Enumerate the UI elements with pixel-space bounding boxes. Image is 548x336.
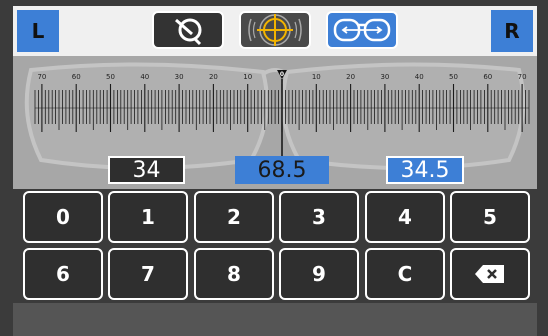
ruler-label-left: 40 <box>140 73 149 81</box>
glasses-pd-icon <box>333 18 391 42</box>
key-1[interactable]: 1 <box>108 191 188 243</box>
left-eye-button[interactable]: L <box>17 10 59 52</box>
ruler-label-right: 40 <box>415 73 424 81</box>
ruler-label-left: 20 <box>209 73 218 81</box>
key-0[interactable]: 0 <box>23 191 103 243</box>
right-eye-button[interactable]: R <box>491 10 533 52</box>
backspace-icon <box>475 265 504 283</box>
ruler-label-right: 10 <box>312 73 321 81</box>
top-toolbar: L R <box>13 6 537 56</box>
key-5[interactable]: 5 <box>450 191 530 243</box>
ruler-label-left: 60 <box>72 73 81 81</box>
ruler-label-left: 70 <box>37 73 46 81</box>
bottom-bar <box>13 303 537 336</box>
pd-measurement-screen: L R 70 60 50 40 30 20 10 10 20 30 40 50 … <box>0 0 548 336</box>
key-8[interactable]: 8 <box>194 248 274 300</box>
lens-tool-icon <box>175 18 202 46</box>
ruler-label-center: 0 <box>280 71 284 78</box>
ruler-label-right: 30 <box>380 73 389 81</box>
pd-ruler-panel: 70 60 50 40 30 20 10 10 20 30 40 50 60 70 0 34 68.5 3… <box>13 56 537 189</box>
numeric-keypad: 0 1 2 3 4 5 6 7 8 9 C <box>13 189 537 303</box>
key-6[interactable]: 6 <box>23 248 103 300</box>
ruler-label-right: 70 <box>518 73 527 81</box>
clear-key[interactable]: C <box>365 248 445 300</box>
lens-tool-button[interactable] <box>152 11 224 49</box>
ruler-label-right: 20 <box>346 73 355 81</box>
crosshair-target-icon <box>248 14 302 46</box>
key-3[interactable]: 3 <box>279 191 359 243</box>
key-7[interactable]: 7 <box>108 248 188 300</box>
key-9[interactable]: 9 <box>279 248 359 300</box>
glasses-pd-button[interactable] <box>326 11 398 49</box>
key-2[interactable]: 2 <box>194 191 274 243</box>
backspace-key[interactable] <box>450 248 530 300</box>
key-4[interactable]: 4 <box>365 191 445 243</box>
right-pd-readout[interactable]: 34.5 <box>386 156 464 184</box>
total-pd-readout: 68.5 <box>235 156 329 184</box>
ruler-label-right: 60 <box>483 73 492 81</box>
ruler-label-left: 10 <box>243 73 252 81</box>
crosshair-button[interactable] <box>239 11 311 49</box>
ruler-label-right: 50 <box>449 73 458 81</box>
ruler-label-left: 30 <box>175 73 184 81</box>
ruler-label-left: 50 <box>106 73 115 81</box>
left-pd-readout[interactable]: 34 <box>108 156 185 184</box>
